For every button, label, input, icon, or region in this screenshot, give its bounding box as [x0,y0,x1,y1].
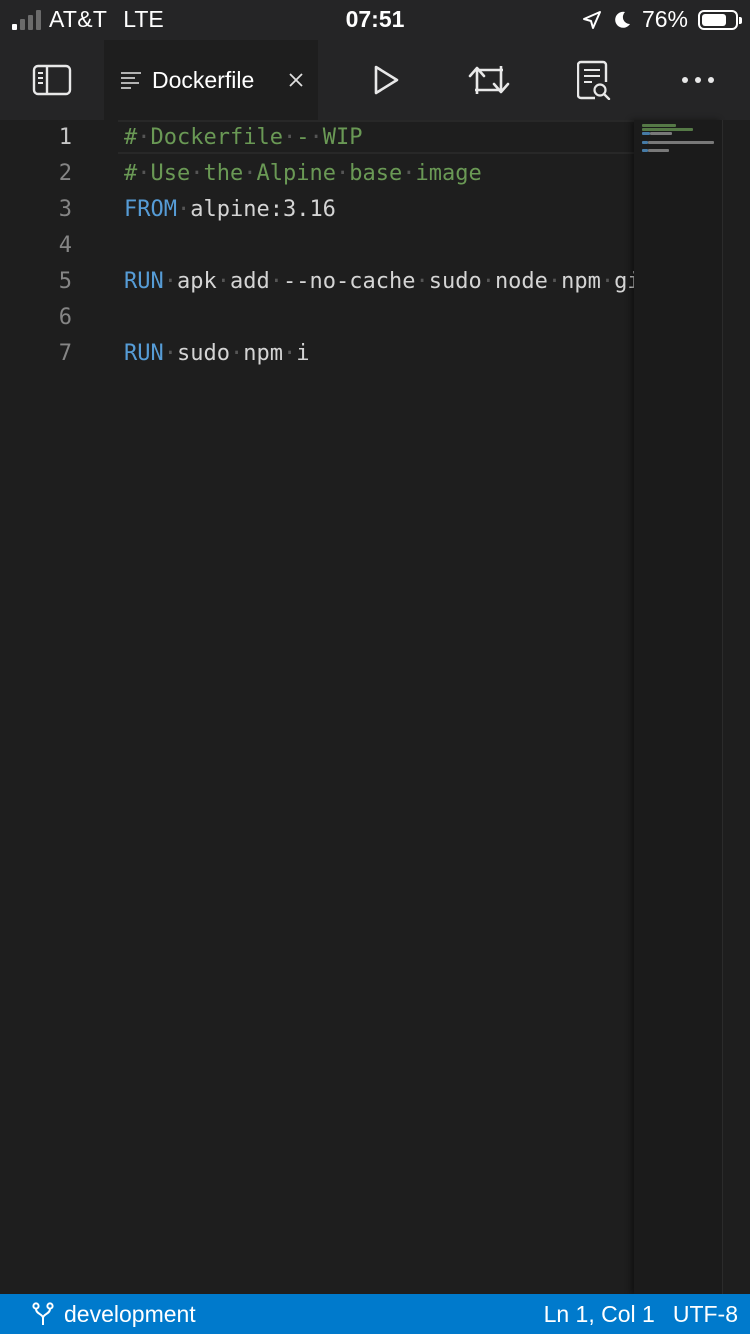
document-search-icon [577,60,611,100]
minimap-line [647,140,714,144]
code-editor[interactable]: 1 2 3 4 5 6 7 #·Dockerfile·-·WIP #·Use·the·Alpi… [0,120,750,1294]
footer-right: Ln 1, Col 1 UTF-8 [544,1294,738,1334]
code-token-plain: ·apk·add·--no-cache·sudo·node·npm·git [163,269,634,294]
minimap-line [642,124,677,127]
battery-percent: 76% [641,6,688,32]
code-line[interactable]: #·Use·the·Alpine·base·image [124,156,634,192]
minimap-line [649,132,673,136]
swap-button[interactable] [459,50,519,110]
vertical-scrollbar[interactable] [722,120,750,1294]
more-options-button[interactable] [668,50,728,110]
code-token-kw: FROM [124,197,177,222]
battery-nub [739,16,742,24]
moon-icon [612,10,632,30]
sidebar-toggle-icon [32,64,72,96]
file-encoding[interactable]: UTF-8 [673,1301,738,1328]
search-document-button[interactable] [564,50,624,110]
more-icon [681,76,715,84]
code-token-kw: RUN [124,269,164,294]
code-line[interactable] [124,228,634,264]
line-number: 7 [58,341,72,366]
line-number: 6 [58,305,72,330]
code-line[interactable] [124,300,634,336]
editor-status-bar: development Ln 1, Col 1 UTF-8 [0,1294,750,1334]
code-token-comment: #·Dockerfile·-·WIP [124,125,363,150]
code-token-kw: RUN [124,341,164,366]
minimap-line [647,149,669,153]
code-token-plain: ·alpine:3.16 [176,197,336,222]
close-icon [288,72,304,88]
status-right: 76% [582,6,742,33]
ios-status-bar: AT&T LTE 07:51 76% [0,0,750,40]
swap-arrows-icon [467,62,511,98]
minimap-line [642,128,694,132]
battery-icon [698,9,742,30]
line-number: 5 [58,269,72,294]
line-number: 3 [58,197,72,222]
minimap[interactable] [634,120,722,1294]
app-window: AT&T LTE 07:51 76% Dockerfile 1 2 3 4 5 … [0,0,750,1334]
battery-fill [702,13,727,26]
minimap-line [642,140,648,144]
file-lines-icon [120,71,142,89]
code-token-comment: #·Use·the·Alpine·base·image [124,161,482,186]
code-area[interactable]: #·Dockerfile·-·WIP #·Use·the·Alpine·base·… [124,120,634,372]
branch-name: development [64,1300,196,1327]
code-line[interactable]: RUN·apk·add·--no-cache·sudo·node·npm·git [124,264,634,300]
editor-toolbar: Dockerfile [0,40,750,120]
line-number: 2 [58,161,72,186]
play-icon [371,64,401,96]
cursor-position[interactable]: Ln 1, Col 1 [544,1301,655,1328]
sidebar-toggle-button[interactable] [22,50,82,110]
git-branch-icon [32,1302,54,1326]
code-token-plain: ·sudo·npm·i [163,341,310,366]
code-line[interactable]: #·Dockerfile·-·WIP [124,120,634,156]
minimap-line [642,149,648,153]
location-arrow-icon [582,10,602,30]
code-line[interactable]: RUN·sudo·npm·i [124,336,634,372]
minimap-line [642,132,650,136]
line-number-gutter: 1 2 3 4 5 6 7 [0,120,100,372]
branch-indicator[interactable]: development [32,1294,196,1334]
tab-close-button[interactable] [280,64,312,96]
tab-dockerfile[interactable]: Dockerfile [104,40,318,120]
line-number: 1 [58,125,72,150]
run-button[interactable] [356,50,416,110]
line-number: 4 [58,233,72,258]
code-line[interactable]: FROM·alpine:3.16 [124,192,634,228]
tab-label: Dockerfile [152,66,255,93]
